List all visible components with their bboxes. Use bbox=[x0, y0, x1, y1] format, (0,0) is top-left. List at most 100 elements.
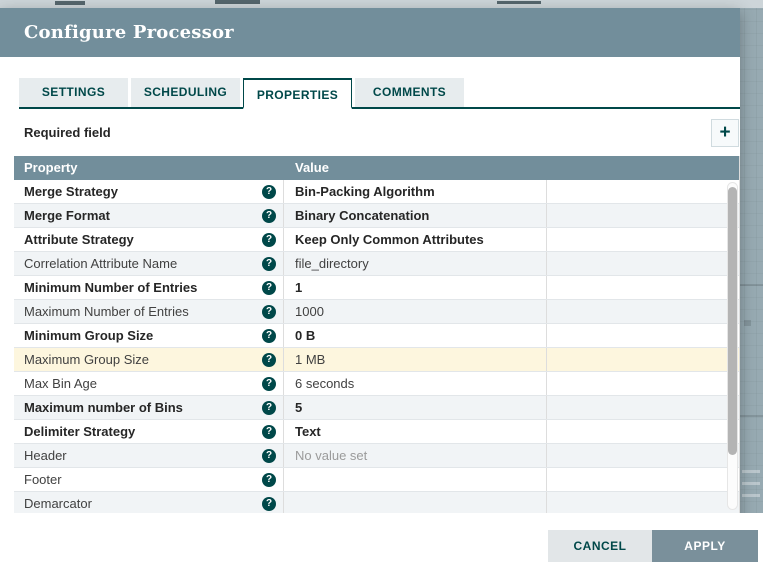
property-name-cell: Attribute Strategy? bbox=[14, 228, 284, 251]
property-name-cell: Minimum Number of Entries? bbox=[14, 276, 284, 299]
property-value-cell[interactable]: Bin-Packing Algorithm bbox=[284, 180, 547, 203]
row-filler-cell bbox=[547, 348, 739, 371]
help-icon[interactable]: ? bbox=[262, 425, 276, 439]
table-row[interactable]: Footer? bbox=[14, 468, 739, 492]
help-icon[interactable]: ? bbox=[262, 257, 276, 271]
property-name: Max Bin Age bbox=[24, 376, 97, 391]
property-name-cell: Minimum Group Size? bbox=[14, 324, 284, 347]
table-row[interactable]: Maximum Number of Entries?1000 bbox=[14, 300, 739, 324]
property-value-cell[interactable]: Binary Concatenation bbox=[284, 204, 547, 227]
help-icon[interactable]: ? bbox=[262, 353, 276, 367]
property-name: Maximum Group Size bbox=[24, 352, 149, 367]
help-icon[interactable]: ? bbox=[262, 401, 276, 415]
help-icon[interactable]: ? bbox=[262, 329, 276, 343]
tab-comments[interactable]: COMMENTS bbox=[355, 78, 464, 107]
property-value-cell[interactable]: file_directory bbox=[284, 252, 547, 275]
row-filler-cell bbox=[547, 276, 739, 299]
row-filler-cell bbox=[547, 180, 739, 203]
property-value-cell[interactable]: 5 bbox=[284, 396, 547, 419]
scrollbar-thumb[interactable] bbox=[728, 187, 737, 455]
canvas-fragment bbox=[744, 320, 751, 326]
canvas-top-strip bbox=[0, 0, 763, 8]
column-header-value: Value bbox=[284, 156, 739, 180]
tab-bar: SETTINGS SCHEDULING PROPERTIES COMMENTS bbox=[19, 78, 740, 109]
table-row[interactable]: Correlation Attribute Name?file_director… bbox=[14, 252, 739, 276]
property-name: Correlation Attribute Name bbox=[24, 256, 177, 271]
add-property-button[interactable]: + bbox=[711, 119, 739, 147]
property-value-cell[interactable]: 1 MB bbox=[284, 348, 547, 371]
property-value-cell[interactable]: 6 seconds bbox=[284, 372, 547, 395]
property-value-cell[interactable]: 1 bbox=[284, 276, 547, 299]
table-row[interactable]: Attribute Strategy?Keep Only Common Attr… bbox=[14, 228, 739, 252]
row-filler-cell bbox=[547, 252, 739, 275]
property-name: Header bbox=[24, 448, 67, 463]
dialog-title: Configure Processor bbox=[24, 22, 234, 43]
canvas-fragment bbox=[740, 284, 763, 286]
table-row[interactable]: Merge Format?Binary Concatenation bbox=[14, 204, 739, 228]
table-row[interactable]: Maximum number of Bins?5 bbox=[14, 396, 739, 420]
canvas-fragment bbox=[742, 494, 760, 497]
plus-icon: + bbox=[719, 122, 730, 143]
property-name: Maximum number of Bins bbox=[24, 400, 183, 415]
property-name: Delimiter Strategy bbox=[24, 424, 135, 439]
property-name: Attribute Strategy bbox=[24, 232, 134, 247]
help-icon[interactable]: ? bbox=[262, 209, 276, 223]
property-name-cell: Correlation Attribute Name? bbox=[14, 252, 284, 275]
property-name-cell: Maximum Group Size? bbox=[14, 348, 284, 371]
table-row[interactable]: Merge Strategy?Bin-Packing Algorithm bbox=[14, 180, 739, 204]
property-name: Merge Format bbox=[24, 208, 110, 223]
property-name-cell: Max Bin Age? bbox=[14, 372, 284, 395]
canvas-fragment bbox=[742, 482, 760, 485]
table-row[interactable]: Header? No value set bbox=[14, 444, 739, 468]
help-icon[interactable]: ? bbox=[262, 305, 276, 319]
property-value-cell[interactable]: Keep Only Common Attributes bbox=[284, 228, 547, 251]
row-filler-cell bbox=[547, 228, 739, 251]
table-row[interactable]: Delimiter Strategy?Text bbox=[14, 420, 739, 444]
property-name-cell: Merge Format? bbox=[14, 204, 284, 227]
row-filler-cell bbox=[547, 396, 739, 419]
property-name: Merge Strategy bbox=[24, 184, 118, 199]
property-name-cell: Footer? bbox=[14, 468, 284, 491]
row-filler-cell bbox=[547, 492, 739, 513]
tab-settings[interactable]: SETTINGS bbox=[19, 78, 128, 107]
property-name-cell: Merge Strategy? bbox=[14, 180, 284, 203]
property-value-cell[interactable] bbox=[284, 492, 547, 513]
table-scrollbar[interactable] bbox=[727, 182, 738, 510]
property-name-cell: Maximum number of Bins? bbox=[14, 396, 284, 419]
property-name: Maximum Number of Entries bbox=[24, 304, 189, 319]
property-name-cell: Delimiter Strategy? bbox=[14, 420, 284, 443]
tab-properties[interactable]: PROPERTIES bbox=[243, 78, 352, 109]
apply-button[interactable]: APPLY bbox=[652, 530, 758, 562]
property-value-cell[interactable]: 0 B bbox=[284, 324, 547, 347]
property-name: Minimum Group Size bbox=[24, 328, 153, 343]
table-row[interactable]: Maximum Group Size?1 MB bbox=[14, 348, 739, 372]
dialog-header: Configure Processor bbox=[0, 8, 740, 57]
row-filler-cell bbox=[547, 300, 739, 323]
help-icon[interactable]: ? bbox=[262, 497, 276, 511]
help-icon[interactable]: ? bbox=[262, 377, 276, 391]
help-icon[interactable]: ? bbox=[262, 281, 276, 295]
property-name: Minimum Number of Entries bbox=[24, 280, 197, 295]
property-value-cell[interactable] bbox=[284, 468, 547, 491]
help-icon[interactable]: ? bbox=[262, 233, 276, 247]
table-row[interactable]: Demarcator? bbox=[14, 492, 739, 513]
required-field-label: Required field bbox=[24, 125, 111, 140]
row-filler-cell bbox=[547, 204, 739, 227]
cancel-button[interactable]: CANCEL bbox=[548, 530, 652, 562]
dialog-footer: CANCEL APPLY bbox=[0, 513, 763, 562]
property-name-cell: Maximum Number of Entries? bbox=[14, 300, 284, 323]
property-value-cell[interactable]: 1000 bbox=[284, 300, 547, 323]
property-value-cell[interactable]: No value set bbox=[284, 444, 547, 467]
tab-scheduling[interactable]: SCHEDULING bbox=[131, 78, 240, 107]
table-row[interactable]: Minimum Number of Entries?1 bbox=[14, 276, 739, 300]
table-row[interactable]: Max Bin Age?6 seconds bbox=[14, 372, 739, 396]
help-icon[interactable]: ? bbox=[262, 449, 276, 463]
canvas-fragment bbox=[742, 470, 760, 473]
property-name-cell: Demarcator? bbox=[14, 492, 284, 513]
help-icon[interactable]: ? bbox=[262, 473, 276, 487]
property-value-cell[interactable]: Text bbox=[284, 420, 547, 443]
row-filler-cell bbox=[547, 468, 739, 491]
table-row[interactable]: Minimum Group Size?0 B bbox=[14, 324, 739, 348]
row-filler-cell bbox=[547, 372, 739, 395]
help-icon[interactable]: ? bbox=[262, 185, 276, 199]
